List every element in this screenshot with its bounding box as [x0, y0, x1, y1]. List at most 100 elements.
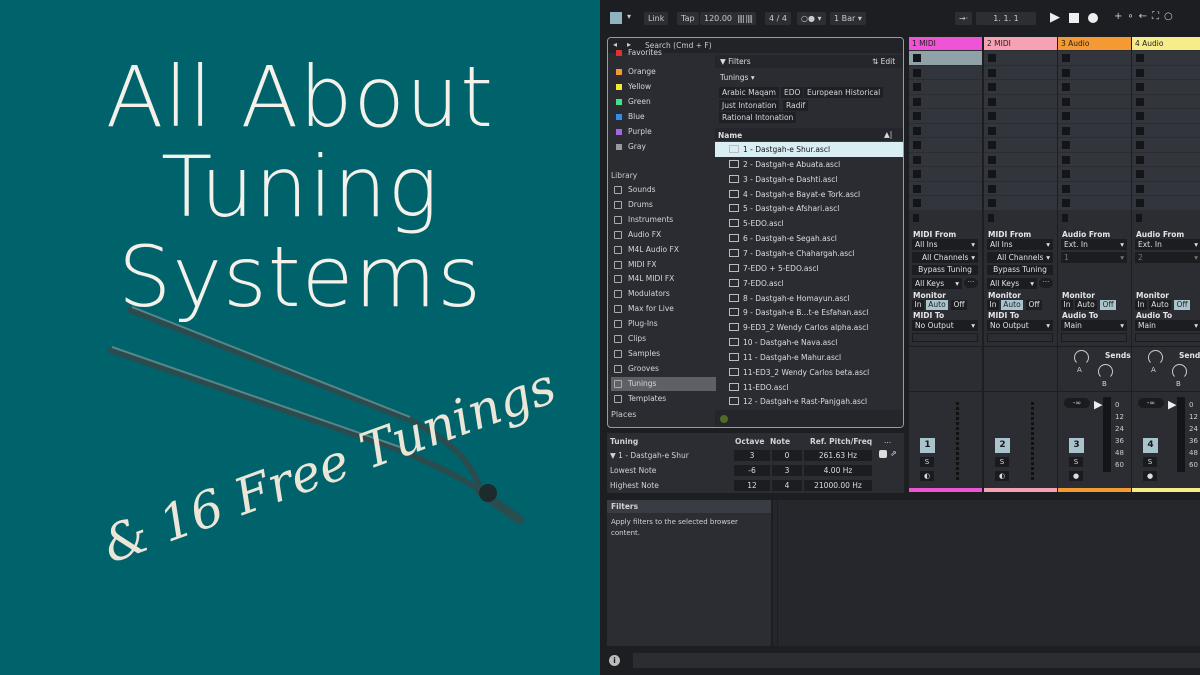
stop-clip-icon[interactable] — [913, 214, 919, 222]
sidebar-item-templates[interactable]: Templates — [611, 392, 716, 406]
monitor-auto-button[interactable]: Auto — [1149, 300, 1171, 310]
monitor-auto-button[interactable]: Auto — [926, 300, 948, 310]
file-list-item[interactable]: 8 - Dastgah-e Homayun.ascl — [715, 291, 903, 306]
output-channel-field[interactable] — [912, 333, 978, 342]
monitor-in-button[interactable]: In — [1135, 300, 1147, 310]
clip-slot[interactable] — [1132, 51, 1200, 65]
monitor-off-button[interactable]: Off — [1100, 300, 1116, 310]
input-dropdown[interactable]: Ext. In ▾ — [1061, 239, 1127, 250]
volume-fader-handle[interactable]: ▶ — [1094, 398, 1102, 411]
sidebar-item-tunings[interactable]: Tunings — [611, 376, 716, 391]
quantize-dropdown[interactable]: 1 Bar ▾ — [830, 12, 866, 25]
send-a-knob[interactable] — [1148, 350, 1163, 365]
arm-button[interactable]: ◐ — [920, 471, 934, 481]
output-dropdown[interactable]: Main ▾ — [1061, 320, 1127, 331]
arm-button[interactable]: ● — [1143, 471, 1157, 481]
clip-slot[interactable] — [1132, 167, 1200, 181]
keys-dropdown[interactable]: All Keys ▾ — [912, 278, 962, 289]
sidebar-item-samples[interactable]: Samples — [611, 347, 716, 361]
clip-slot[interactable] — [1132, 94, 1200, 108]
time-signature-field[interactable]: 4 / 4 — [765, 12, 791, 25]
follow-icon[interactable]: →· — [955, 12, 973, 25]
sidebar-item-m4l-midi-fx[interactable]: M4L MIDI FX — [611, 272, 716, 286]
more-options-icon[interactable]: ··· — [964, 278, 978, 288]
file-list-item[interactable]: 1 - Dastgah-e Shur.ascl — [715, 142, 903, 157]
track-activator-button[interactable]: 1 — [920, 438, 935, 453]
arm-button[interactable]: ◐ — [995, 471, 1009, 481]
file-list-item[interactable]: 7-EDO.ascl — [715, 276, 903, 291]
splitter-handle[interactable] — [773, 500, 777, 646]
sidebar-item-m4l-audio-fx[interactable]: M4L Audio FX — [611, 243, 716, 257]
clip-slot[interactable] — [1132, 152, 1200, 166]
clip-slot[interactable] — [984, 181, 1057, 195]
sort-ascending-icon[interactable]: ▲| — [884, 130, 892, 139]
volume-fader-handle[interactable]: ▶ — [1168, 398, 1176, 411]
sidebar-item-max-for-live[interactable]: Max for Live — [611, 302, 716, 316]
clip-slot[interactable] — [1058, 51, 1131, 65]
clip-slot[interactable] — [1132, 80, 1200, 94]
export-icon[interactable]: ⇗ — [890, 449, 897, 458]
clip-slot[interactable] — [984, 51, 1057, 65]
sidebar-item-modulators[interactable]: Modulators — [611, 287, 716, 301]
clip-slot[interactable] — [909, 167, 982, 181]
clip-slot[interactable] — [909, 138, 982, 152]
clip-slot[interactable] — [1058, 109, 1131, 123]
clip-slot[interactable] — [1058, 123, 1131, 137]
tag-radif[interactable]: Radif — [783, 100, 809, 111]
monitor-auto-button[interactable]: Auto — [1075, 300, 1097, 310]
send-b-knob[interactable] — [1172, 364, 1187, 379]
file-list-item[interactable]: 4 - Dastgah-e Bayat-e Tork.ascl — [715, 187, 903, 202]
solo-button[interactable]: S — [920, 457, 934, 467]
clip-slot[interactable] — [909, 80, 982, 94]
clip-slot[interactable] — [984, 80, 1057, 94]
track-header[interactable]: 4 Audio — [1132, 37, 1200, 50]
stop-clip-icon[interactable] — [988, 214, 994, 222]
clip-slot[interactable] — [909, 65, 982, 79]
clip-slot[interactable] — [984, 94, 1057, 108]
monitor-off-button[interactable]: Off — [1026, 300, 1042, 310]
session-tools-icons[interactable]: +∘←⛶○ — [1114, 11, 1178, 22]
sidebar-item-grooves[interactable]: Grooves — [611, 362, 716, 376]
track-activator-button[interactable]: 4 — [1143, 438, 1158, 453]
view-toggle-icon[interactable] — [610, 12, 622, 24]
keys-dropdown[interactable]: All Keys ▾ — [987, 278, 1037, 289]
monitor-in-button[interactable]: In — [1061, 300, 1073, 310]
link-button[interactable]: Link — [644, 12, 669, 25]
clip-slot[interactable] — [984, 196, 1057, 210]
clip-slot[interactable] — [1058, 80, 1131, 94]
clip-slot[interactable] — [1132, 65, 1200, 79]
output-dropdown[interactable]: No Output ▾ — [987, 320, 1053, 331]
clip-slot[interactable] — [1058, 94, 1131, 108]
sidebar-item-drums[interactable]: Drums — [611, 198, 716, 212]
sidebar-item-plug-ins[interactable]: Plug-Ins — [611, 317, 716, 331]
note-field[interactable]: 3 — [772, 465, 802, 476]
channel-dropdown[interactable]: All Channels ▾ — [987, 252, 1053, 263]
output-channel-field[interactable] — [1061, 333, 1127, 342]
send-a-knob[interactable] — [1074, 350, 1089, 365]
tempo-field[interactable]: 120.00 — [700, 12, 736, 25]
monitor-auto-button[interactable]: Auto — [1001, 300, 1023, 310]
monitor-off-button[interactable]: Off — [951, 300, 967, 310]
monitor-in-button[interactable]: In — [987, 300, 999, 310]
octave-field[interactable]: -6 — [734, 465, 770, 476]
collection-favorites[interactable]: Favorites — [611, 46, 716, 60]
volume-field[interactable]: -∞ — [1138, 398, 1164, 408]
file-list-item[interactable]: 9-ED3_2 Wendy Carlos alpha.ascl — [715, 320, 903, 335]
collection-yellow[interactable]: Yellow — [611, 80, 716, 94]
filters-toggle[interactable]: ▼ Filters — [720, 57, 751, 66]
tag-just-intonation[interactable]: Just Intonation — [719, 100, 780, 111]
output-channel-field[interactable] — [987, 333, 1053, 342]
sidebar-item-clips[interactable]: Clips — [611, 332, 716, 346]
file-list-item[interactable]: 11-ED3_2 Wendy Carlos beta.ascl — [715, 365, 903, 380]
clip-slot[interactable] — [909, 196, 982, 210]
clip-slot[interactable] — [909, 94, 982, 108]
tap-button[interactable]: Tap — [677, 12, 699, 25]
clip-slot[interactable] — [909, 51, 982, 65]
clip-slot[interactable] — [909, 123, 982, 137]
file-list-item[interactable]: 7 - Dastgah-e Chahargah.ascl — [715, 246, 903, 261]
freq-field[interactable]: 21000.00 Hz — [804, 480, 872, 491]
tag-arabic-maqam[interactable]: Arabic Maqam — [719, 87, 779, 98]
chevron-down-icon[interactable]: ▾ — [627, 12, 631, 21]
output-dropdown[interactable]: Main ▾ — [1135, 320, 1200, 331]
tag-edo[interactable]: EDO — [781, 87, 804, 98]
